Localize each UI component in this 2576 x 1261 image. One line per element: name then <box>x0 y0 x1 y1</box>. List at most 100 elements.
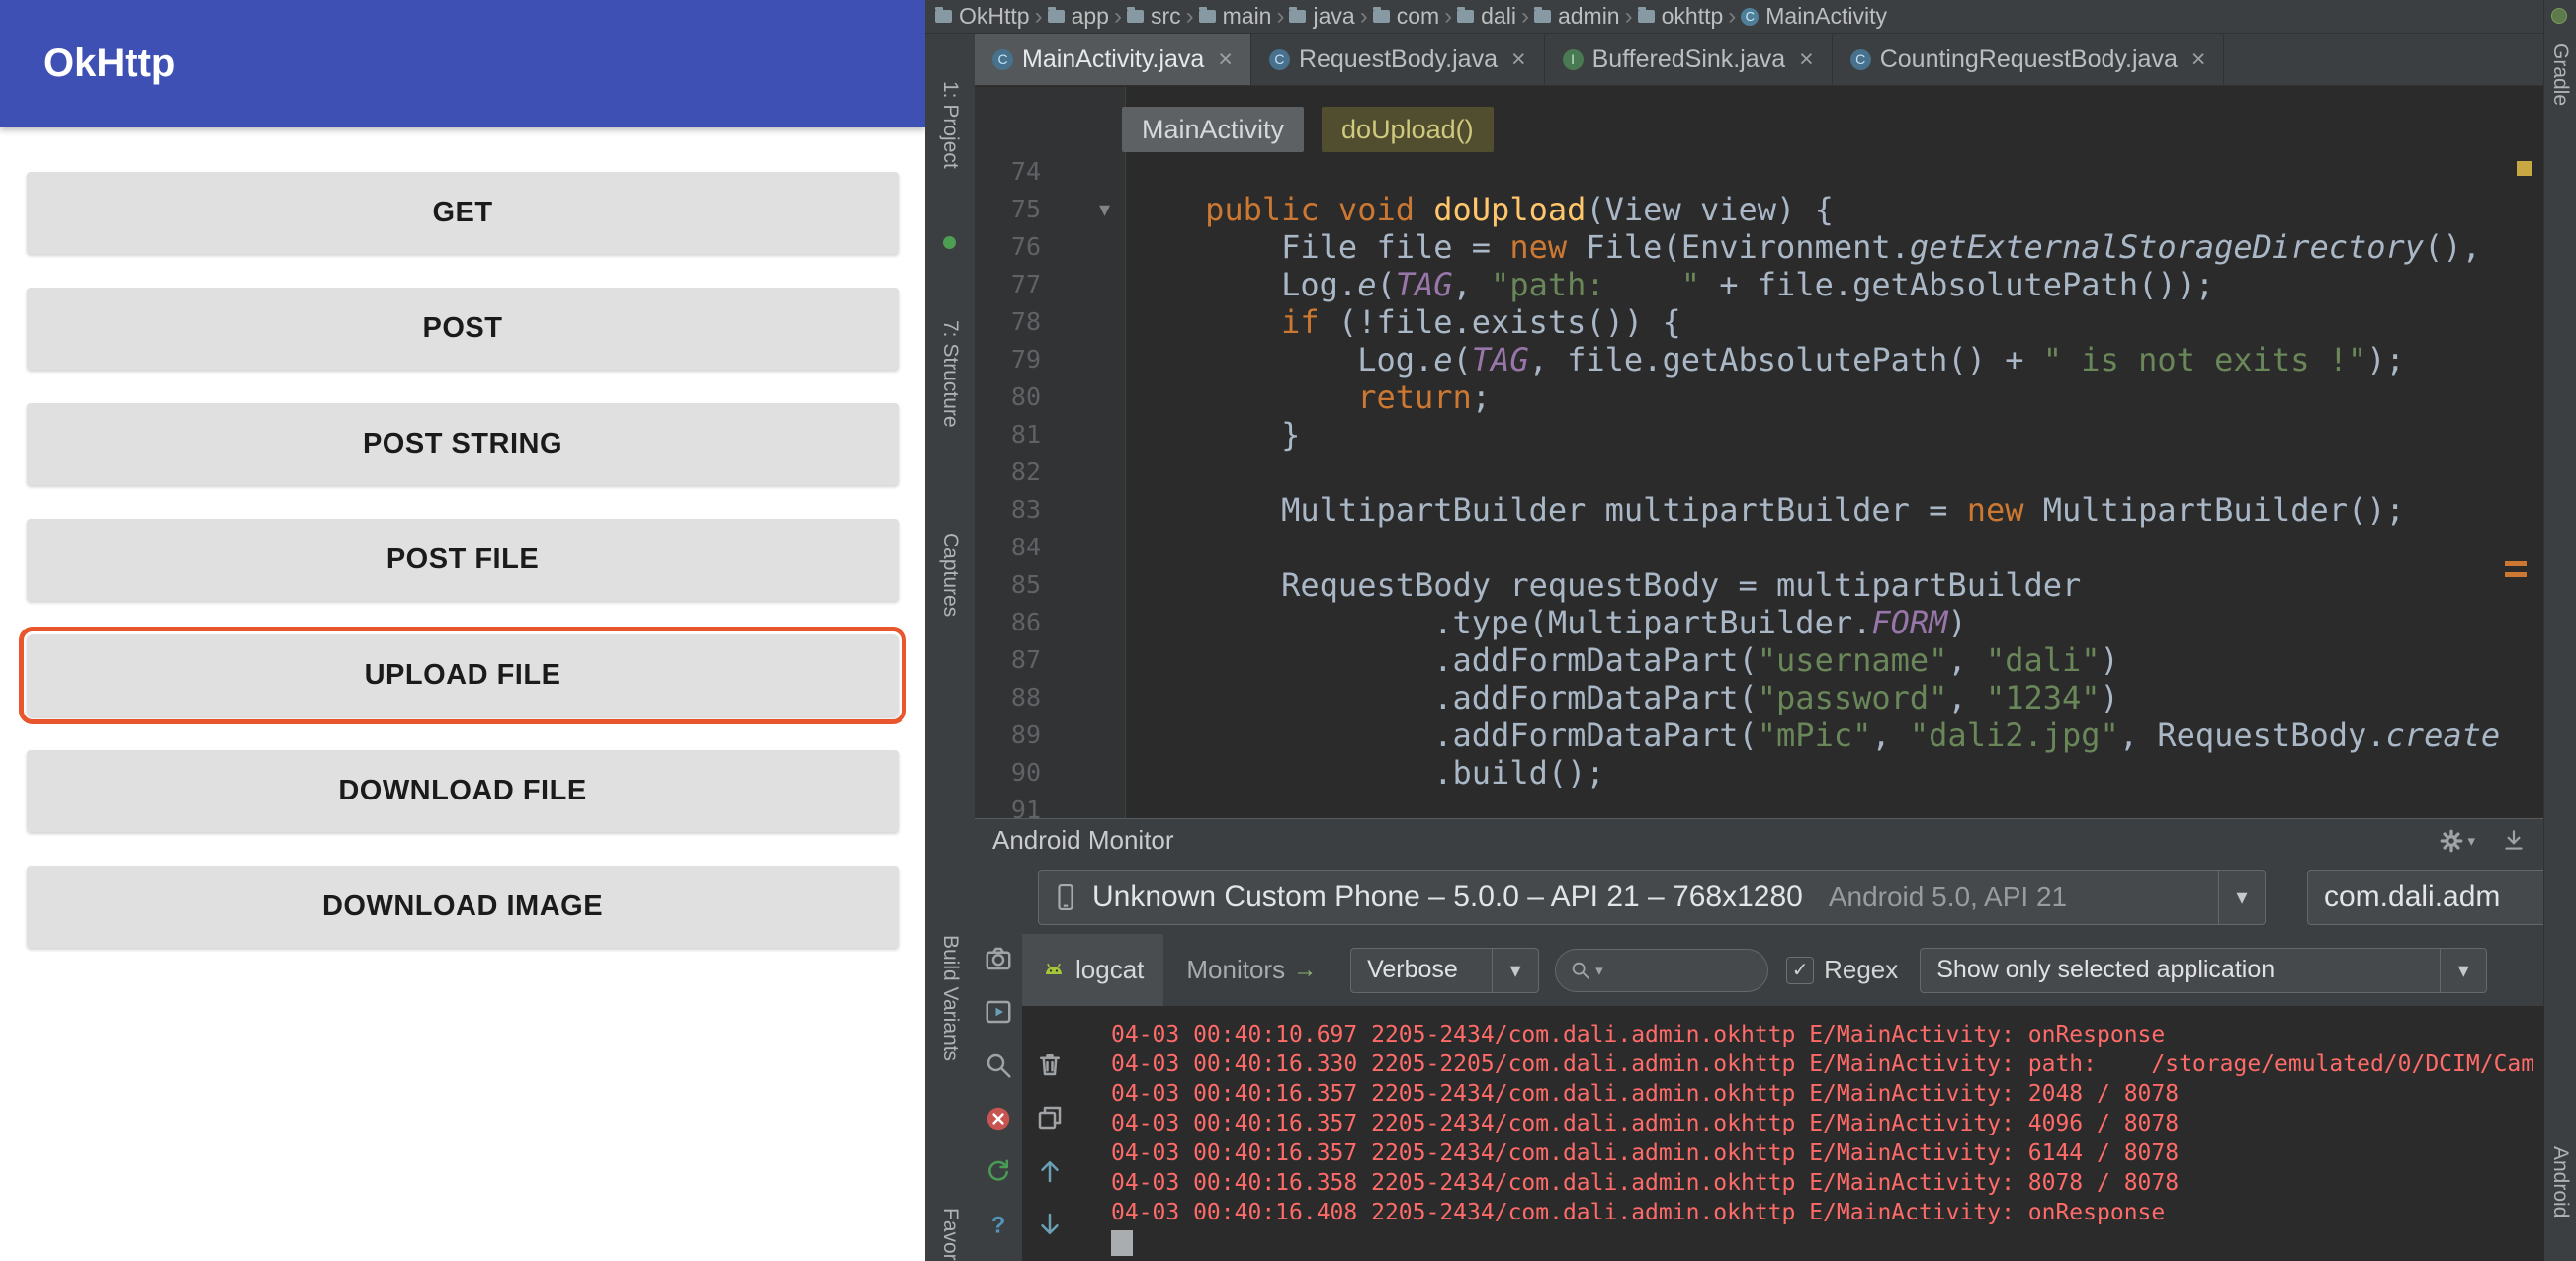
tab-countingrequestbody-java[interactable]: C CountingRequestBody.java × <box>1833 34 2225 85</box>
help-icon[interactable]: ? <box>984 1211 1013 1240</box>
zoom-capture-icon[interactable] <box>984 1051 1013 1080</box>
app-button-download-image[interactable]: DOWNLOAD IMAGE <box>27 866 899 948</box>
app-button-post-file[interactable]: POST FILE <box>27 519 899 601</box>
code-token: new <box>1966 491 2024 529</box>
line-number: 82 <box>1010 458 1041 486</box>
code-token: ( <box>1452 341 1472 378</box>
chevron-down-icon: ▾ <box>1492 948 1538 992</box>
regex-checkbox[interactable]: ✓ <box>1786 956 1815 984</box>
code-token: "dali" <box>1985 641 2101 679</box>
app-button-post-string[interactable]: POST STRING <box>27 403 899 485</box>
line-number: 80 <box>1010 382 1041 411</box>
app-button-download-file[interactable]: DOWNLOAD FILE <box>27 750 899 832</box>
chevron-separator-icon: › <box>1276 2 1285 30</box>
tool-button-gradle[interactable]: Gradle <box>2548 43 2572 106</box>
clear-logcat-trash-icon[interactable] <box>1035 1050 1065 1079</box>
code-token: doUpload <box>1433 191 1587 228</box>
phone-icon <box>1058 884 1073 910</box>
breadcrumb-item-app[interactable]: app <box>1047 3 1109 30</box>
app-button-post[interactable]: POST <box>27 288 899 370</box>
code-token: .addFormDataPart( <box>1129 716 1758 754</box>
line-number: 78 <box>1010 307 1041 336</box>
code-line: .addFormDataPart("username", "dali") <box>1129 641 2544 679</box>
breadcrumb-item-okhttp[interactable]: OkHttp <box>935 3 1030 30</box>
tab-mainactivity-java[interactable]: C MainActivity.java × <box>975 34 1251 85</box>
breadcrumb-item-label: src <box>1150 3 1181 29</box>
line-number: 88 <box>1010 683 1041 712</box>
code-token: MultipartBuilder(); <box>2023 491 2405 529</box>
code-token: e <box>1357 266 1377 303</box>
code-line: if (!file.exists()) { <box>1129 303 2544 341</box>
line-number: 86 <box>1010 608 1041 636</box>
code-token: File file = <box>1129 228 1510 266</box>
breadcrumb-item-src[interactable]: src <box>1126 3 1181 30</box>
logcat-search-input[interactable]: ▾ <box>1555 948 1769 992</box>
tab-logcat[interactable]: logcat <box>1022 934 1165 1006</box>
app-button-upload-file[interactable]: UPLOAD FILE <box>19 627 906 724</box>
crumb-chip-method[interactable]: doUpload() <box>1322 107 1494 152</box>
tool-button--structure[interactable]: 7: Structure <box>938 320 962 428</box>
close-icon[interactable]: × <box>1799 45 1814 74</box>
monitor-tool-strip-left: ? <box>975 934 1022 1261</box>
code-token: "path: " <box>1491 266 1700 303</box>
right-tool-stripe: Gradle Android <box>2543 0 2576 1261</box>
fold-arrow-icon[interactable]: ▾ <box>1099 197 1110 222</box>
logcat-output[interactable]: 04-03 00:40:10.697 2205-2434/com.dali.ad… <box>1022 1006 2544 1261</box>
code-token: File(Environment. <box>1567 228 1910 266</box>
android-monitor-title: Android Monitor <box>992 825 1174 855</box>
folder-icon <box>1533 7 1551 23</box>
editor-annotation-marker[interactable] <box>2517 161 2532 176</box>
logcat-filter-select[interactable]: Show only selected application ▾ <box>1920 947 2488 993</box>
left-tool-stripe: 1: Project 7: Structure Captures Build Vari… <box>925 34 976 1261</box>
breadcrumb-item-mainactivity[interactable]: C MainActivity <box>1741 3 1887 30</box>
code-editor[interactable]: 74 75 76 77 78 79 80 81 82 83 84 85 86 87 88 89 90 91 ▾ p… <box>975 87 2544 818</box>
close-icon[interactable]: × <box>1218 45 1233 74</box>
log-level-select[interactable]: Verbose ▾ <box>1350 947 1540 993</box>
breadcrumb-item-okhttp[interactable]: okhttp <box>1637 3 1723 30</box>
logcat-tool-strip <box>1022 1006 1077 1261</box>
stripe-bookmark-icon <box>943 236 956 249</box>
code-token: MultipartBuilder multipartBuilder = <box>1129 491 1967 529</box>
screenshot-camera-icon[interactable] <box>984 944 1013 973</box>
tab-requestbody-java[interactable]: C RequestBody.java × <box>1251 34 1545 85</box>
close-icon[interactable]: × <box>1511 45 1526 74</box>
breadcrumb-item-admin[interactable]: admin <box>1533 3 1620 30</box>
code-area[interactable]: public void doUpload(View view) { File f… <box>1127 87 2544 818</box>
restore-layout-icon[interactable] <box>1035 1103 1065 1133</box>
breadcrumb-item-label: admin <box>1557 3 1620 29</box>
close-icon[interactable]: × <box>2191 45 2206 74</box>
screen-record-icon[interactable] <box>984 997 1013 1027</box>
tool-button-favorites[interactable]: Favorites <box>938 1208 962 1261</box>
device-selector[interactable]: Unknown Custom Phone – 5.0.0 – API 21 – … <box>1038 870 2266 925</box>
crumb-chip-class[interactable]: MainActivity <box>1122 107 1305 152</box>
chevron-down-icon: ▾ <box>2440 948 2486 992</box>
process-selector[interactable]: com.dali.adm <box>2307 870 2544 925</box>
breadcrumb-item-java[interactable]: java <box>1289 3 1355 30</box>
editor-change-marker-icon[interactable] <box>2505 561 2527 577</box>
scroll-down-icon[interactable] <box>1035 1210 1065 1239</box>
scroll-up-icon[interactable] <box>1035 1156 1065 1186</box>
tab-bufferedsink-java[interactable]: I BufferedSink.java × <box>1545 34 1833 85</box>
tool-button-captures[interactable]: Captures <box>938 533 962 617</box>
breadcrumb-item-dali[interactable]: dali <box>1457 3 1516 30</box>
breadcrumb-item-main[interactable]: main <box>1198 3 1271 30</box>
tab-monitors[interactable]: Monitors → <box>1164 934 1338 1006</box>
hide-panel-icon[interactable] <box>2501 828 2527 854</box>
tool-button--project[interactable]: 1: Project <box>938 81 962 169</box>
folder-icon <box>1372 7 1390 23</box>
chevron-separator-icon: › <box>1113 2 1122 30</box>
breadcrumb-item-com[interactable]: com <box>1372 3 1439 30</box>
tool-button-android[interactable]: Android <box>2548 1146 2572 1218</box>
settings-gear-icon[interactable]: ▾ <box>2439 828 2475 854</box>
folder-icon <box>935 7 952 23</box>
tool-button-build-variants[interactable]: Build Variants <box>938 935 962 1061</box>
restart-icon[interactable] <box>984 1157 1013 1187</box>
app-button-get[interactable]: GET <box>27 172 899 254</box>
terminate-icon[interactable] <box>984 1104 1013 1134</box>
chevron-separator-icon: › <box>1728 2 1737 30</box>
code-line: RequestBody requestBody = multipartBuild… <box>1129 566 2544 604</box>
